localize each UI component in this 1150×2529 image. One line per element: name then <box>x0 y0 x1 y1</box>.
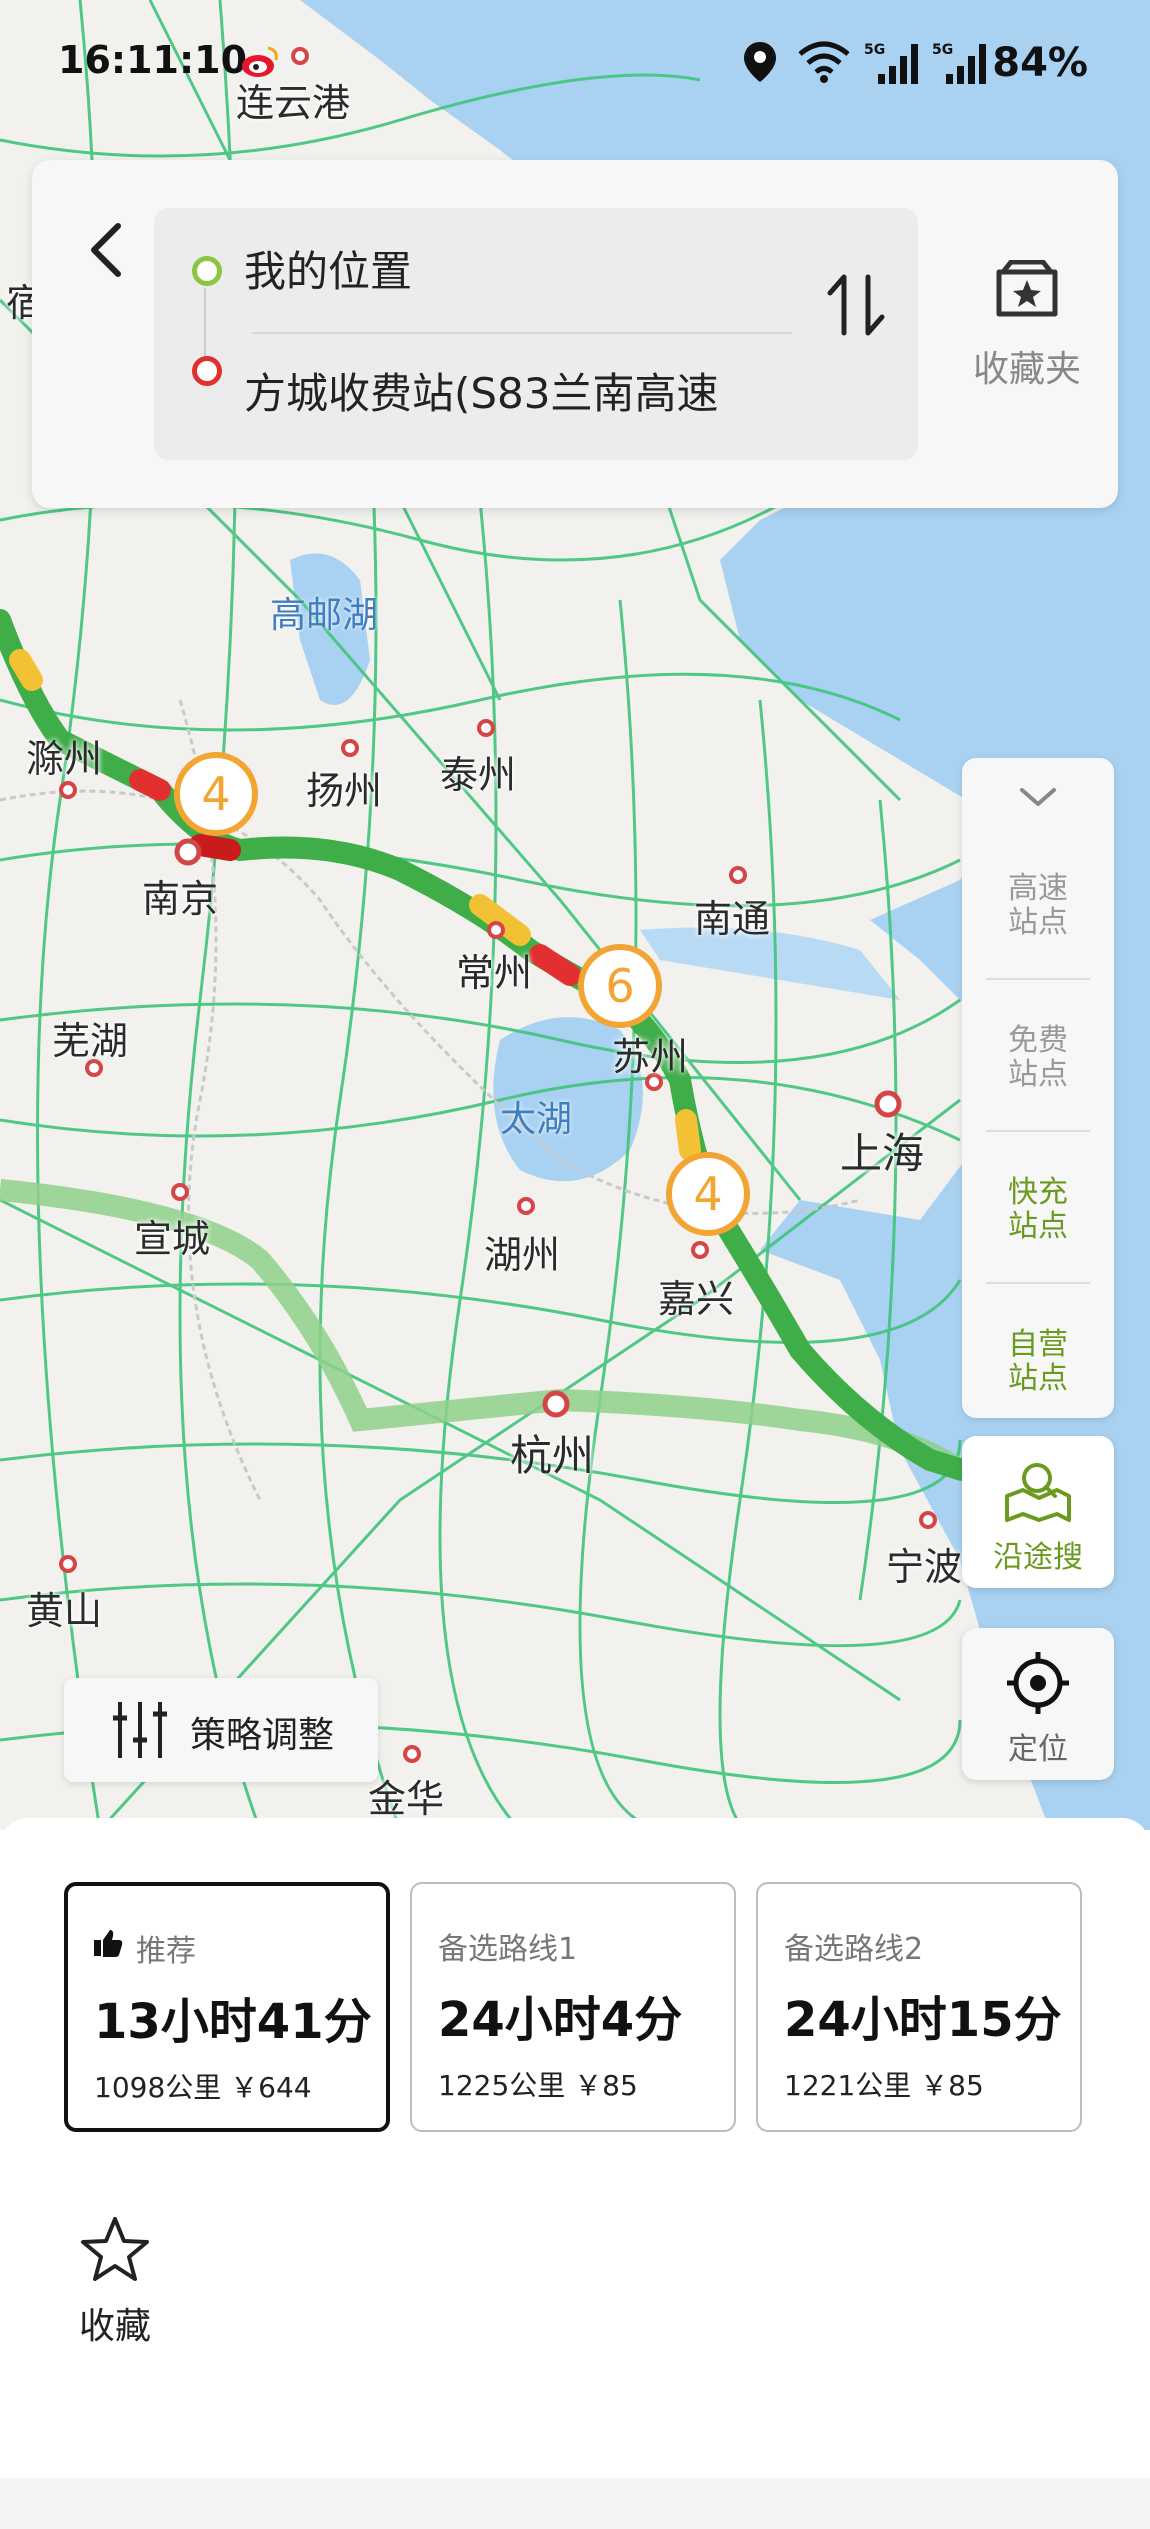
back-button[interactable] <box>74 210 134 290</box>
strategy-adjust-button[interactable]: 策略调整 <box>64 1678 378 1782</box>
city-label-huzhou: 湖州 <box>484 1233 561 1277</box>
route-search-card: 我的位置 方城收费站(S83兰南高速 收藏夹 <box>32 160 1118 508</box>
city-label-suzhou: 苏州 <box>612 1035 689 1079</box>
status-bar: 16:11:10 5G 5G 84% <box>0 0 1150 130</box>
poi-filter-panel: 高速 站点 免费 站点 快充 站点 自营 站点 <box>962 758 1114 1418</box>
navigation-bar <box>0 2478 1150 2529</box>
favorite-button[interactable]: 收藏 <box>60 2215 170 2355</box>
locate-label: 定位 <box>1008 1732 1068 1767</box>
thumbs-up-icon <box>94 1930 123 1957</box>
wifi-icon <box>796 40 852 88</box>
filter-free-stations[interactable]: 免费 站点 <box>962 1024 1114 1092</box>
panel-divider <box>986 1282 1090 1284</box>
locate-button[interactable]: 定位 <box>962 1628 1114 1780</box>
route-duration: 13小时41分 <box>94 1994 372 2050</box>
chevron-down-icon <box>1020 788 1056 806</box>
along-search-label: 沿途搜 <box>993 1540 1083 1575</box>
route-label: 推荐 <box>136 1934 196 1969</box>
folder-star-icon <box>996 259 1058 317</box>
favorites-folder-label: 收藏夹 <box>972 349 1081 390</box>
route-options-sheet: 推荐 13小时41分 1098公里 ￥644 备选路线1 24小时4分 1225… <box>0 1818 1150 2529</box>
favorite-label: 收藏 <box>78 2306 151 2347</box>
city-label-xuancheng: 宣城 <box>134 1217 211 1261</box>
input-divider <box>252 332 792 334</box>
signal-5g-icon-2: 5G <box>932 40 990 90</box>
battery-level: 84% <box>992 40 1088 86</box>
along-search-icon <box>1005 1463 1071 1522</box>
city-label-hangzhou: 杭州 <box>510 1431 595 1480</box>
city-label-jinhua: 金华 <box>368 1777 445 1821</box>
lake-label-gaoyou: 高邮湖 <box>270 595 379 636</box>
route-distance-cost: 1225公里 ￥85 <box>438 2069 638 2102</box>
city-label-changzhou: 常州 <box>456 951 533 995</box>
strategy-adjust-label: 策略调整 <box>190 1715 335 1756</box>
panel-divider <box>986 978 1090 980</box>
route-label: 备选路线1 <box>438 1932 578 1967</box>
city-label-chuzhou: 滁州 <box>26 737 103 781</box>
route-label: 备选路线2 <box>784 1932 924 1967</box>
route-card-recommended[interactable]: 推荐 13小时41分 1098公里 ￥644 <box>64 1882 390 2132</box>
city-label-jiaxing: 嘉兴 <box>658 1277 735 1321</box>
route-badge[interactable]: 6 <box>578 944 662 1028</box>
boundary-lines <box>0 699 861 1501</box>
svg-text:5G: 5G <box>864 42 885 58</box>
city-label-shanghai: 上海 <box>840 1129 925 1178</box>
swap-icon <box>827 274 885 336</box>
route-distance-cost: 1098公里 ￥644 <box>94 2071 312 2104</box>
status-time: 16:11:10 <box>58 38 248 82</box>
origin-input[interactable]: 我的位置 <box>244 238 412 299</box>
swap-button[interactable] <box>822 265 892 345</box>
favorites-folder-button[interactable]: 收藏夹 <box>952 259 1102 420</box>
route-duration: 24小时15分 <box>784 1992 1062 2048</box>
route-inputs: 我的位置 方城收费站(S83兰南高速 <box>154 208 918 460</box>
svg-text:5G: 5G <box>932 42 953 58</box>
route-badge[interactable]: 4 <box>174 752 258 836</box>
city-label-nantong: 南通 <box>694 897 771 941</box>
origin-dot-icon <box>192 256 222 286</box>
route-distance-cost: 1221公里 ￥85 <box>784 2069 984 2102</box>
back-arrow-icon <box>91 223 121 277</box>
city-label-yangzhou: 扬州 <box>306 769 383 813</box>
location-icon <box>742 40 778 88</box>
panel-divider <box>986 1130 1090 1132</box>
weibo-icon <box>240 44 280 84</box>
route-duration: 24小时4分 <box>438 1992 683 2048</box>
filter-fast-charge-stations[interactable]: 快充 站点 <box>962 1176 1114 1244</box>
destination-input[interactable]: 方城收费站(S83兰南高速 <box>244 360 719 421</box>
lake-label-taihu: 太湖 <box>500 1099 573 1140</box>
collapse-panel-button[interactable] <box>1014 780 1062 820</box>
route-badge[interactable]: 4 <box>666 1152 750 1236</box>
sliders-icon <box>113 1702 167 1758</box>
city-label-wuhu: 芜湖 <box>52 1019 129 1063</box>
city-label-nanjing: 南京 <box>142 877 219 921</box>
along-route-search-button[interactable]: 沿途搜 <box>962 1436 1114 1588</box>
filter-self-operated-stations[interactable]: 自营 站点 <box>962 1328 1114 1396</box>
city-label-huangshan: 黄山 <box>26 1589 103 1633</box>
route-card-alt-1[interactable]: 备选路线1 24小时4分 1225公里 ￥85 <box>410 1882 736 2132</box>
signal-5g-icon: 5G <box>864 40 922 90</box>
star-icon <box>81 2217 149 2281</box>
crosshair-icon <box>1007 1652 1069 1714</box>
route-card-alt-2[interactable]: 备选路线2 24小时15分 1221公里 ￥85 <box>756 1882 1082 2132</box>
destination-dot-icon <box>192 356 222 386</box>
filter-highway-stations[interactable]: 高速 站点 <box>962 872 1114 940</box>
city-label-ningbo: 宁波 <box>886 1545 963 1589</box>
city-label-taizhou: 泰州 <box>440 753 517 797</box>
